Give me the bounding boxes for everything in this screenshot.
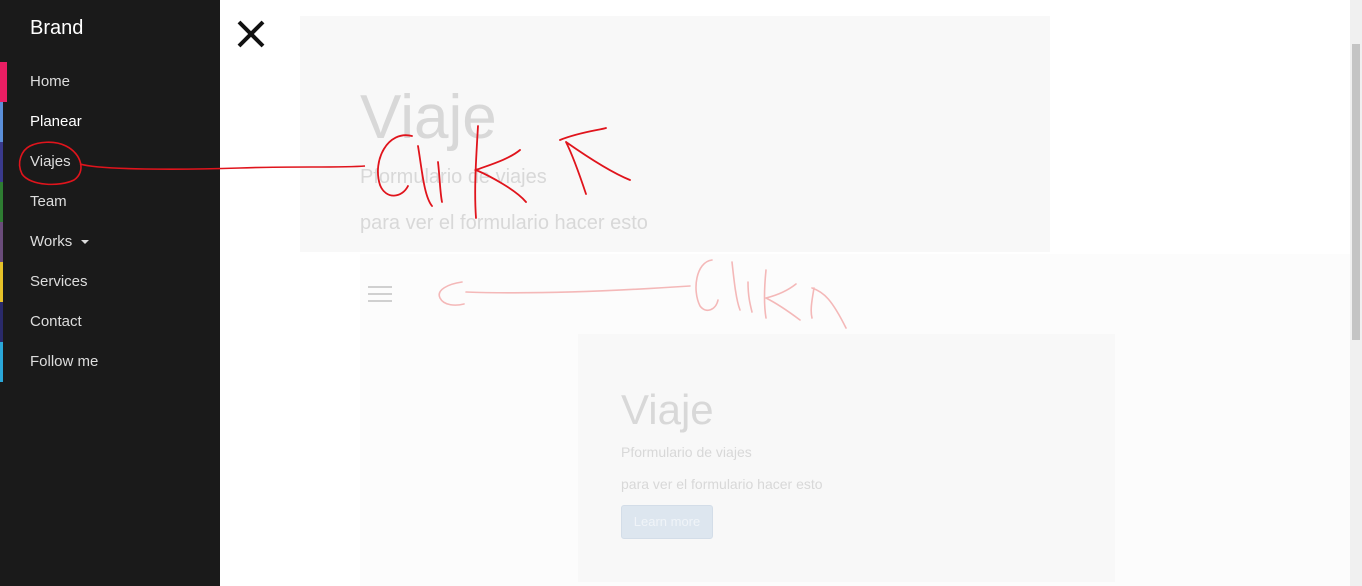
jumbotron-title: Viaje xyxy=(360,83,497,152)
sidebar-nav: Home Planear Viajes Team Works Services … xyxy=(0,62,220,382)
caret-down-icon xyxy=(81,240,90,245)
sidebar-item-label: Home xyxy=(30,73,71,90)
brand-logo[interactable]: Brand xyxy=(30,17,83,40)
hamburger-menu-button[interactable] xyxy=(368,286,392,304)
color-indicator xyxy=(0,262,3,302)
sidebar-item-contact[interactable]: Contact xyxy=(0,302,220,342)
sidebar-item-label: Planear xyxy=(30,113,82,130)
sidebar-item-label: Follow me xyxy=(30,353,99,370)
color-indicator xyxy=(0,342,3,382)
color-indicator xyxy=(0,222,3,262)
sidebar-item-works[interactable]: Works xyxy=(0,222,220,262)
hamburger-line xyxy=(368,300,392,302)
sidebar-item-team[interactable]: Team xyxy=(0,182,220,222)
color-indicator xyxy=(0,62,7,102)
sidebar-item-follow-me[interactable]: Follow me xyxy=(0,342,220,382)
scrollbar-thumb[interactable] xyxy=(1352,44,1360,340)
sidebar-item-label: Works xyxy=(30,233,73,250)
card-title: Viaje xyxy=(621,386,714,433)
jumbotron-subtitle: Pformulario de viajes xyxy=(360,166,547,188)
color-indicator xyxy=(0,302,3,342)
card-description: para ver el formulario hacer esto xyxy=(621,476,823,492)
card-subtitle: Pformulario de viajes xyxy=(621,444,752,460)
sidebar-item-label: Services xyxy=(30,273,88,290)
color-indicator xyxy=(0,102,3,142)
sidebar-item-home[interactable]: Home xyxy=(0,62,220,102)
scrollbar[interactable] xyxy=(1350,0,1362,586)
color-indicator xyxy=(0,142,3,182)
close-icon xyxy=(237,20,265,48)
sidebar-item-label: Team xyxy=(30,193,67,210)
card: Viaje Pformulario de viajes para ver el … xyxy=(578,334,1115,582)
close-button[interactable] xyxy=(234,17,268,51)
sidebar: Brand Home Planear Viajes Team Works Ser… xyxy=(0,0,220,586)
sidebar-item-services[interactable]: Services xyxy=(0,262,220,302)
hamburger-menu-icon xyxy=(368,286,392,288)
jumbotron-description: para ver el formulario hacer esto xyxy=(360,212,648,234)
sidebar-item-viajes[interactable]: Viajes xyxy=(0,142,220,182)
sidebar-item-label: Viajes xyxy=(30,153,71,170)
jumbotron: Viaje Pformulario de viajes para ver el … xyxy=(300,16,1050,252)
learn-more-button[interactable]: Learn more xyxy=(621,505,713,539)
sidebar-item-planear[interactable]: Planear xyxy=(0,102,220,142)
color-indicator xyxy=(0,182,3,222)
hamburger-line xyxy=(368,293,392,295)
sidebar-item-label: Contact xyxy=(30,313,82,330)
